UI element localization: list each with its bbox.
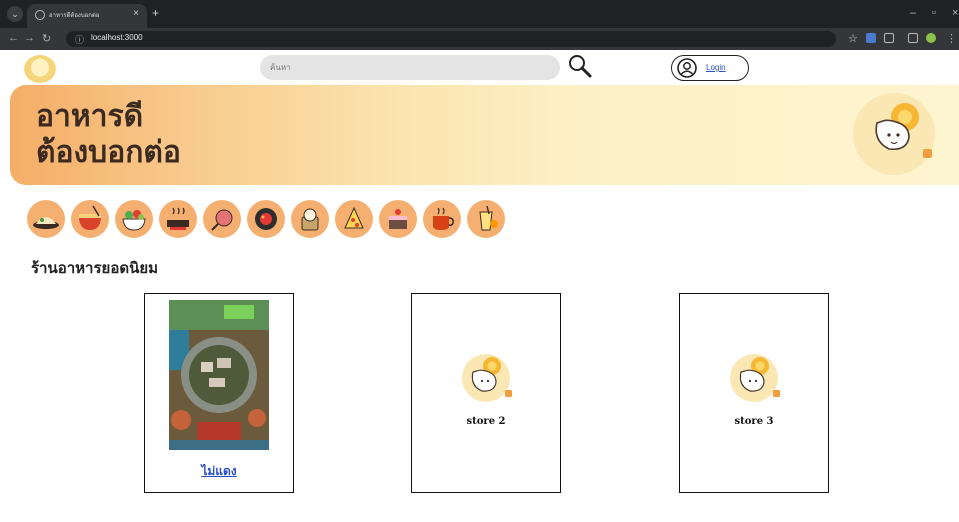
browser-menu-icon[interactable]: ⋮ bbox=[946, 32, 957, 45]
category-rice[interactable] bbox=[27, 200, 65, 238]
grill-icon bbox=[211, 209, 233, 231]
url-text: localhost:3000 bbox=[91, 33, 143, 42]
extensions-puzzle-icon[interactable] bbox=[884, 33, 894, 43]
site-logo[interactable] bbox=[24, 55, 56, 83]
close-window-button[interactable]: × bbox=[952, 7, 958, 19]
section-title: ร้านอาหารยอดนิยม bbox=[31, 259, 159, 277]
search-icon[interactable] bbox=[567, 53, 593, 79]
category-coffee[interactable] bbox=[423, 200, 461, 238]
maximize-button[interactable]: ▫ bbox=[932, 7, 936, 19]
category-noodle[interactable] bbox=[71, 200, 109, 238]
tab-favicon-icon bbox=[35, 10, 45, 20]
new-tab-button[interactable]: + bbox=[152, 6, 159, 20]
store-logo-icon bbox=[730, 354, 780, 402]
browser-tab[interactable]: อาหารดีต้องบอกต่อ × bbox=[27, 4, 147, 28]
bookmark-star-icon[interactable]: ☆ bbox=[848, 32, 858, 45]
store-name: store 2 bbox=[466, 416, 506, 427]
tab-title: อาหารดีต้องบอกต่อ bbox=[49, 13, 100, 19]
store-card-2[interactable]: store 2 bbox=[411, 293, 561, 493]
dimsum-icon bbox=[301, 208, 319, 231]
hero-banner: อาหารดี ต้องบอกต่อ bbox=[10, 85, 959, 185]
category-salad[interactable] bbox=[115, 200, 153, 238]
hotpot-icon bbox=[167, 207, 189, 230]
tab-search-button[interactable]: ⌄ bbox=[7, 6, 23, 22]
user-icon bbox=[677, 58, 697, 78]
store-name-link[interactable]: ไม่แดง bbox=[145, 462, 293, 481]
browser-tab-bar: ⌄ อาหารดีต้องบอกต่อ × + – ▫ × bbox=[0, 0, 959, 28]
store-name: store 3 bbox=[734, 416, 774, 427]
category-pizza[interactable] bbox=[335, 200, 373, 238]
brand-logo bbox=[853, 93, 935, 175]
salad-bowl-icon bbox=[122, 210, 146, 231]
food-photo-image bbox=[169, 300, 269, 450]
side-panel-icon[interactable] bbox=[908, 33, 918, 43]
profile-avatar[interactable] bbox=[926, 33, 936, 43]
minimize-button[interactable]: – bbox=[910, 7, 916, 19]
browser-toolbar: ← → ↻ ⓘ localhost:3000 ☆ ⋮ bbox=[0, 28, 959, 50]
category-hotpot[interactable] bbox=[159, 200, 197, 238]
mascot-icon bbox=[875, 103, 932, 158]
search-bar bbox=[260, 55, 560, 80]
back-button[interactable]: ← bbox=[8, 32, 19, 44]
noodle-bowl-icon bbox=[79, 205, 101, 230]
category-bbq[interactable] bbox=[247, 200, 285, 238]
store-card-1[interactable]: ไม่แดง bbox=[144, 293, 294, 493]
reload-button[interactable]: ↻ bbox=[42, 32, 51, 45]
address-bar[interactable]: ⓘ localhost:3000 bbox=[66, 31, 836, 47]
banner-title: อาหารดี ต้องบอกต่อ bbox=[36, 99, 181, 171]
category-grill[interactable] bbox=[203, 200, 241, 238]
banner-title-line2: ต้องบอกต่อ bbox=[36, 135, 181, 170]
coffee-icon bbox=[433, 207, 454, 230]
web-page: Login อาหารดี ต้องบอกต่อ bbox=[0, 50, 959, 522]
forward-button[interactable]: → bbox=[24, 32, 35, 44]
banner-title-line1: อาหารดี bbox=[36, 99, 144, 134]
store-photo[interactable] bbox=[169, 300, 269, 450]
tab-close-icon[interactable]: × bbox=[133, 8, 139, 19]
search-input[interactable] bbox=[270, 60, 540, 75]
category-cake[interactable] bbox=[379, 200, 417, 238]
category-drink[interactable] bbox=[467, 200, 505, 238]
site-info-icon[interactable]: ⓘ bbox=[75, 33, 84, 46]
extension-icon[interactable] bbox=[866, 33, 876, 43]
cake-icon bbox=[389, 209, 407, 229]
login-button[interactable]: Login bbox=[671, 55, 749, 81]
pizza-icon bbox=[344, 206, 364, 229]
store-card-3[interactable]: store 3 bbox=[679, 293, 829, 493]
rice-plate-icon bbox=[33, 217, 59, 229]
category-dimsum[interactable] bbox=[291, 200, 329, 238]
bbq-grill-icon bbox=[255, 208, 277, 230]
drink-icon bbox=[479, 205, 498, 231]
store-logo-icon bbox=[462, 354, 512, 402]
login-label: Login bbox=[706, 63, 726, 72]
